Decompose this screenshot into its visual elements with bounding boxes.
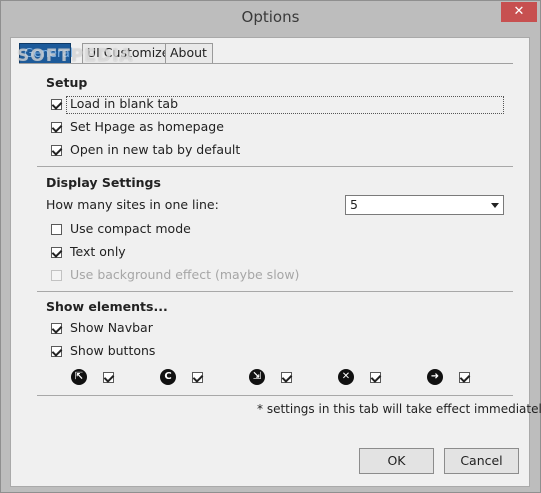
setup-heading: Setup bbox=[46, 75, 88, 90]
close-icon: ✕ bbox=[338, 369, 354, 385]
option-label: Text only bbox=[70, 244, 126, 259]
select-value: 5 bbox=[350, 197, 358, 212]
load-blank-tab-checkbox[interactable] bbox=[51, 99, 62, 110]
section-divider bbox=[37, 166, 513, 167]
forward-button-checkbox[interactable] bbox=[459, 372, 470, 383]
options-panel: General UI Customize About SOFTPEDIA Set… bbox=[10, 37, 541, 487]
refresh-button-checkbox[interactable] bbox=[192, 372, 203, 383]
text-only-checkbox[interactable] bbox=[51, 247, 62, 258]
sites-per-line-label: How many sites in one line: bbox=[46, 197, 219, 212]
chevron-down-icon bbox=[491, 203, 499, 208]
share-button-checkbox[interactable] bbox=[281, 372, 292, 383]
option-label: Use compact mode bbox=[70, 221, 191, 236]
show-elements-heading: Show elements... bbox=[46, 299, 168, 314]
forward-arrow-icon: ➜ bbox=[427, 369, 443, 385]
option-label: Show Navbar bbox=[70, 320, 153, 335]
show-buttons-checkbox[interactable] bbox=[51, 346, 62, 357]
tab-ui-customize[interactable]: UI Customize bbox=[82, 43, 169, 63]
open-tab-icon: ⇱ bbox=[71, 369, 87, 385]
title-bar[interactable]: Options ✕ bbox=[1, 1, 540, 32]
option-label: Set Hpage as homepage bbox=[70, 119, 224, 134]
share-icon: ⇲ bbox=[249, 369, 265, 385]
section-divider bbox=[37, 291, 513, 292]
option-label: Show buttons bbox=[70, 343, 156, 358]
background-effect-checkbox bbox=[51, 270, 62, 281]
settings-note: * settings in this tab will take effect … bbox=[257, 402, 541, 416]
option-label: Open in new tab by default bbox=[70, 142, 241, 157]
ok-button[interactable]: OK bbox=[359, 448, 434, 474]
tab-general[interactable]: General bbox=[19, 43, 73, 64]
window-title: Options bbox=[241, 8, 300, 26]
compact-mode-checkbox[interactable] bbox=[51, 224, 62, 235]
sites-per-line-select[interactable]: 5 bbox=[345, 195, 504, 215]
section-divider bbox=[37, 395, 513, 396]
close-icon[interactable]: ✕ bbox=[501, 2, 537, 22]
open-tab-button-checkbox[interactable] bbox=[103, 372, 114, 383]
show-navbar-checkbox[interactable] bbox=[51, 323, 62, 334]
tab-divider bbox=[19, 63, 513, 64]
option-label: Use background effect (maybe slow) bbox=[70, 267, 300, 282]
option-label: Load in blank tab bbox=[70, 96, 179, 111]
open-new-tab-checkbox[interactable] bbox=[51, 145, 62, 156]
set-homepage-checkbox[interactable] bbox=[51, 122, 62, 133]
refresh-icon: C bbox=[160, 369, 176, 385]
tab-about[interactable]: About bbox=[165, 43, 213, 63]
cancel-button[interactable]: Cancel bbox=[444, 448, 519, 474]
display-settings-heading: Display Settings bbox=[46, 175, 161, 190]
close-button-checkbox[interactable] bbox=[370, 372, 381, 383]
options-window: Options ✕ General UI Customize About SOF… bbox=[0, 0, 541, 493]
